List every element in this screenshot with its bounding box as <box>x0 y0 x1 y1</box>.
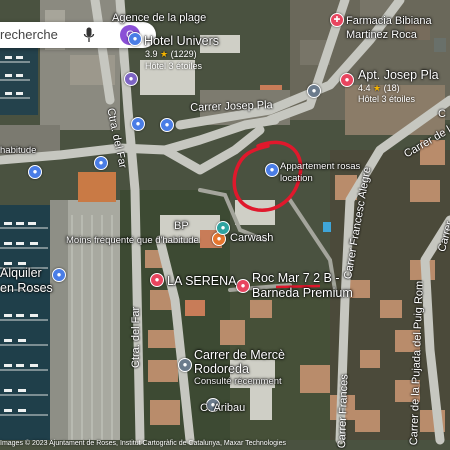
road-c: C <box>438 108 446 120</box>
place-alquiler-line1[interactable]: Alquiler <box>0 266 42 280</box>
location-pin-icon[interactable]: ● <box>178 358 192 372</box>
location-pin-icon[interactable]: ● <box>52 268 66 282</box>
bed-icon[interactable]: ● <box>150 273 164 287</box>
hotel-univers-rating: 3.9 ★ (1229) <box>145 49 197 59</box>
apt-josep-rating: 4.4 ★ (18) <box>358 83 400 93</box>
place-merce-line1[interactable]: Carrer de Mercè <box>194 348 285 362</box>
label-consulte-recemment: Consulté récemment <box>194 376 282 387</box>
road-carrer-frances: Carrer Frances <box>336 374 351 449</box>
place-la-serena[interactable]: LA SERENA <box>167 274 236 288</box>
map-attribution: Images © 2023 Ajuntament de Roses, Insti… <box>0 440 286 447</box>
place-roc-mar-line2: Barneda Premium <box>252 286 353 300</box>
place-habitude: habitude <box>0 145 37 156</box>
location-pin-icon[interactable]: ● <box>28 165 42 179</box>
place-roc-mar-line1[interactable]: Roc Mar 7 2 B - <box>252 271 340 285</box>
hotel-univers-type: Hôtel 3 étoiles <box>145 61 203 71</box>
search-input[interactable]: recherche <box>0 27 58 42</box>
bed-icon[interactable]: ● <box>236 279 250 293</box>
place-apt-josep-pla[interactable]: Apt. Josep Pla <box>358 68 439 82</box>
bed-icon[interactable]: ● <box>340 73 354 87</box>
place-agence-de-la-plage[interactable]: Agence de la plage <box>112 12 206 24</box>
location-pin-icon[interactable]: ● <box>307 84 321 98</box>
microphone-icon[interactable] <box>83 27 95 43</box>
location-pin-icon[interactable]: ● <box>265 163 279 177</box>
label-moins-frequente: Moins fréquenté que d'habitude <box>66 235 199 246</box>
carwash-icon[interactable]: ● <box>216 221 230 235</box>
bed-icon[interactable]: ● <box>124 72 138 86</box>
location-pin-icon[interactable]: ● <box>94 156 108 170</box>
place-merce-line2: Rodoreda <box>194 362 249 376</box>
apt-josep-type: Hôtel 3 étoiles <box>358 94 416 104</box>
place-hotel-univers[interactable]: Hotel Univers <box>144 34 219 48</box>
place-alquiler-line2: en Roses <box>0 281 53 295</box>
location-pin-icon[interactable]: ● <box>131 117 145 131</box>
place-carwash[interactable]: Carwash <box>230 232 273 244</box>
place-farmacia-line1[interactable]: Farmacia Bibiana <box>346 15 432 27</box>
location-pin-icon[interactable]: ● <box>160 118 174 132</box>
place-bp[interactable]: BP <box>174 220 189 232</box>
place-c-aribau[interactable]: C. Aribau <box>200 402 245 414</box>
satellite-map[interactable]: recherche C Agence de la plage ● Hotel U… <box>0 0 450 450</box>
cross-icon[interactable]: ✚ <box>330 13 344 27</box>
place-farmacia-line2: Martinez Roca <box>346 29 417 41</box>
bed-icon[interactable]: ● <box>128 32 142 46</box>
place-appartement-rosas[interactable]: Appartement rosas <box>280 161 360 172</box>
place-appartement-location: location <box>280 173 313 184</box>
road-ctra-del-far-south: Ctra. del Far <box>130 306 142 368</box>
